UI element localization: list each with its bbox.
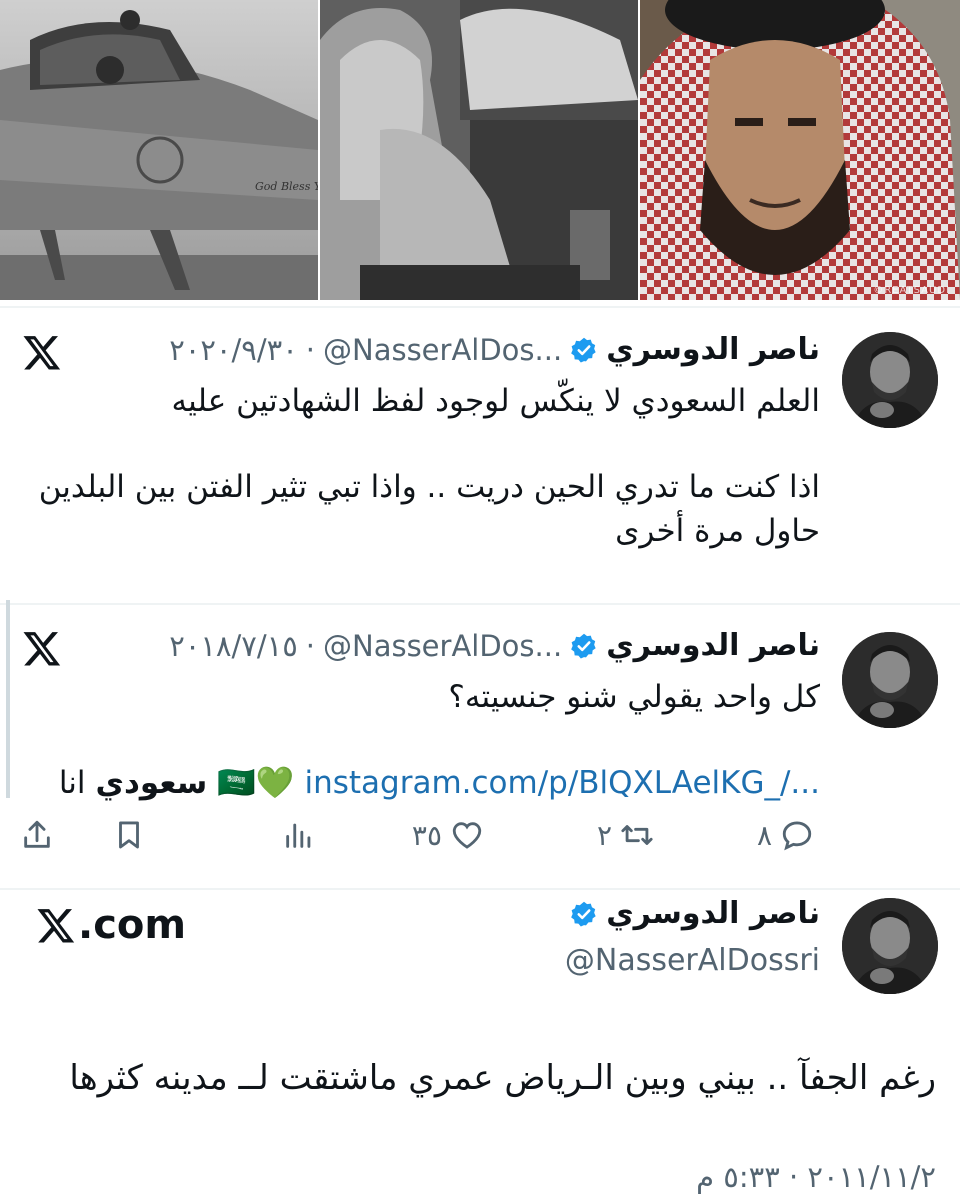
retweet-button[interactable]: ٢ — [597, 818, 654, 852]
share-icon — [24, 820, 50, 848]
retweet-count: ٢ — [596, 818, 612, 852]
reply-icon — [782, 821, 812, 851]
meta-separator: · — [305, 332, 315, 367]
x-com-brand[interactable]: .com — [36, 902, 186, 948]
media-strip: God Bless You — [0, 0, 960, 300]
tweet-text-line-with-link: انا سعودي 🇸🇦💚 instagram.com/p/BlQXLAelKG… — [59, 762, 820, 804]
handle[interactable]: @NasserAlDos... — [323, 333, 562, 367]
heart-icon — [452, 822, 482, 849]
image-watermark: ©REATSAUDI — [873, 285, 950, 296]
text-prefix: انا — [58, 765, 86, 801]
retweet-icon — [621, 825, 653, 845]
quote-indicator — [6, 600, 10, 798]
tweet-text-line: العلم السعودي لا ينكّس لوجود لفظ الشهادت… — [171, 383, 820, 419]
views-button[interactable] — [282, 818, 316, 852]
tweet-date[interactable]: ٢٠٢٠/٩/٣٠ — [169, 333, 298, 367]
photo-portrait[interactable]: ©REATSAUDI — [640, 0, 960, 300]
author-name[interactable]: ناصر الدوسري — [606, 332, 820, 367]
author-name[interactable]: ناصر الدوسري — [606, 896, 820, 931]
divider — [0, 306, 960, 308]
tweet-header: ناصر الدوسري @NasserAlDos... · ٢٠٢٠/٩/٣٠ — [169, 332, 820, 367]
x-logo-icon — [37, 909, 75, 943]
tweet-timestamp[interactable]: ٢٠١١/١١/٢ · ٥:٣٣ م — [696, 1160, 936, 1194]
bookmark-icon — [119, 821, 139, 849]
handle[interactable]: @NasserAlDos... — [323, 629, 562, 663]
tweet-header: ناصر الدوسري — [570, 896, 820, 931]
verified-badge-icon — [571, 633, 596, 658]
site-domain: .com — [78, 902, 187, 948]
like-button[interactable]: ٣٥ — [412, 818, 484, 852]
photo-fighter-jet[interactable]: God Bless You — [0, 0, 318, 300]
x-logo-icon[interactable] — [22, 628, 62, 668]
tweet-actions: ٨ ٢ ٣٥ — [0, 818, 960, 868]
flag-heart-emoji: 🇸🇦💚 — [217, 765, 295, 801]
avatar[interactable] — [842, 898, 938, 994]
reply-button[interactable]: ٨ — [757, 818, 814, 852]
tweet-text-line: حاول مرة أخرى — [615, 513, 820, 549]
tweet-text-line: اذا كنت ما تدري الحين دريت .. واذا تبي ت… — [38, 469, 820, 505]
avatar[interactable] — [842, 632, 938, 728]
views-chart-icon — [286, 823, 311, 848]
tweet-header: ناصر الدوسري @NasserAlDos... · ٢٠١٨/٧/١٥ — [169, 628, 820, 663]
meta-separator: · — [305, 628, 315, 663]
like-count: ٣٥ — [411, 818, 442, 852]
divider — [0, 888, 960, 890]
instagram-link[interactable]: instagram.com/p/BlQXLAelKG_/... — [304, 762, 820, 804]
verified-badge-icon — [571, 337, 596, 362]
tweet-date[interactable]: ٢٠١٨/٧/١٥ — [169, 629, 298, 663]
reply-count: ٨ — [756, 818, 772, 852]
svg-text:God Bless You: God Bless You — [255, 180, 318, 193]
divider — [0, 603, 960, 605]
tweet-text: رغم الجفآ .. بيني وبين الـرياض عمري ماشت… — [69, 1058, 936, 1098]
text-bold: سعودي — [95, 765, 208, 801]
x-logo-icon[interactable] — [22, 332, 62, 372]
verified-badge-icon — [571, 901, 596, 926]
author-name[interactable]: ناصر الدوسري — [606, 628, 820, 663]
photo-officials[interactable] — [320, 0, 638, 300]
avatar[interactable] — [842, 332, 938, 428]
bookmark-button[interactable] — [112, 818, 146, 852]
handle[interactable]: @NasserAlDossri — [565, 943, 820, 978]
tweet-text-line: كل واحد يقولي شنو جنسيته؟ — [448, 679, 820, 715]
share-button[interactable] — [20, 818, 54, 852]
